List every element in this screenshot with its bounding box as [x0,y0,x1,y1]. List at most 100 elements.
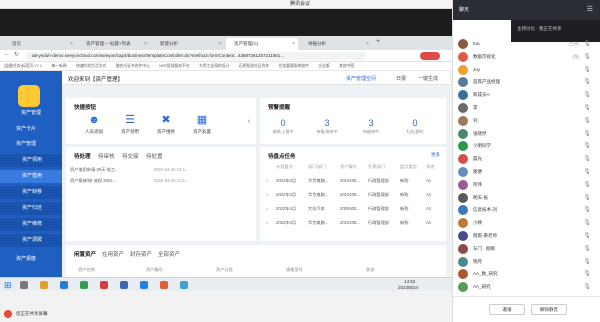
list-item[interactable]: 资产报修/修-流程-2022... 2022-04-20 11:0... [70,178,188,184]
back-icon[interactable]: ← [4,51,10,57]
bookmark[interactable]: NFE智慧服务平台 [159,62,189,70]
quick-item[interactable]: ▦ 资产处置 [188,114,216,135]
member-row[interactable]: 小顾 🎙 [453,217,600,230]
tab-pending[interactable]: 待处理 [74,152,91,160]
mic-muted-icon[interactable]: 🎙 [583,66,591,73]
mic-muted-icon[interactable]: 🎙 [583,130,591,137]
tab-all-assets[interactable]: 全部资产 [158,250,180,258]
tab-handover[interactable]: 待交接 [122,152,139,160]
member-row[interactable]: AA_数_研究 🎙 [453,268,600,281]
sidebar-item-asset-card[interactable]: 资产卡片 [0,123,62,136]
mic-muted-icon[interactable]: 🎙 [583,283,591,290]
browser-tab[interactable]: 资产管理----标题+列表 × [78,38,150,50]
member-row[interactable]: 刘 🎙 [453,115,600,128]
member-row[interactable]: Joy 🎙 [453,64,600,77]
browser-tab[interactable]: 新建分析 × [152,38,224,50]
tab-review[interactable]: 待审核 [98,152,115,160]
member-row[interactable]: 张晓然 🎙 [453,128,600,141]
app-icon[interactable] [160,281,168,289]
table-row[interactable]: ○ 2022年4月 华为电脑... 2010105... 行政管理部 新购 A1 [260,189,448,201]
member-row[interactable]: 新成员A 🎙 [453,89,600,102]
table-row[interactable]: ○ 2022年4月 华为电脑... 2010105... 行政管理部 新购 A1 [260,175,448,187]
report-link[interactable]: 日报 [396,75,406,82]
mic-muted-icon[interactable]: 🎙 [583,168,591,175]
close-icon[interactable]: × [292,38,295,50]
mic-muted-icon[interactable]: 🎙 [583,194,591,201]
mic-muted-icon[interactable]: 🎙 [583,117,591,124]
new-tab-icon[interactable]: + [376,38,380,45]
list-item[interactable]: 资产借用申请-30天-张三... 2022-04-20 13:4... [70,167,188,173]
member-row[interactable]: 东门 · 刚刚 🎙 [453,243,600,256]
bookmark[interactable]: 快速时尚生活方式 [76,62,106,70]
mic-muted-icon[interactable]: 🎙 [583,219,591,226]
search-icon[interactable] [20,281,28,289]
tab-idle-assets[interactable]: 闲置资产 [74,250,96,258]
panel-tab[interactable]: 聊天 [459,6,469,13]
table-row[interactable]: ○ 2022年4月 大众汽车 2000400... 行政管理部 新购 A1 [260,203,448,215]
member-row[interactable]: 随便 🎙 [453,166,600,179]
browser-tab-active[interactable]: 资产管理(C) × [226,38,298,50]
app-icon[interactable] [180,281,188,289]
quick-item[interactable]: ✖ 资产维修 [152,114,180,135]
member-row[interactable]: 晓月 🎙 [453,256,600,269]
chevron-right-icon[interactable]: › [248,118,250,125]
sidebar-item-asset-manage[interactable]: 资产管理 [0,138,62,151]
chrome-icon[interactable] [80,281,88,289]
bookmark[interactable]: 其他书签 [339,62,354,70]
sidebar-item-asset-return[interactable]: 资产归还 [0,202,62,215]
sidebar-item-asset-allocate[interactable]: 资产调拨 [0,234,62,247]
radio-icon[interactable]: ○ [266,220,269,225]
mic-muted-icon[interactable]: 🎙 [583,91,591,98]
member-row[interactable]: 首席产品经理 🎙 [453,76,600,89]
quick-item[interactable]: ☰ 资产领用 [116,114,144,135]
close-icon[interactable]: × [144,38,147,50]
member-row[interactable]: 李 🎙 [453,102,600,115]
app-icon[interactable] [100,281,108,289]
bookmark[interactable]: (监督任务)标签页 V7.1 [4,62,42,70]
member-row[interactable]: 信息技术-刘 🎙 [453,204,600,217]
mic-muted-icon[interactable]: 🎙 [583,155,591,162]
radio-icon[interactable]: ○ [266,192,269,197]
sidebar-item-asset-scrap[interactable]: 资产报废 [0,253,62,266]
inventory-more-link[interactable]: 更多 [431,152,440,158]
meeting-icon[interactable] [140,281,148,289]
radio-icon[interactable]: ○ [266,178,269,183]
mic-muted-icon[interactable]: 🎙 [583,206,591,213]
tab-in-use-assets[interactable]: 在用资产 [102,250,124,258]
windows-start-icon[interactable]: ⊞ [4,280,12,291]
member-row[interactable]: 小明同学 🎙 [453,140,600,153]
browser-tab[interactable]: 待报分析 × [300,38,372,50]
mic-muted-icon[interactable]: 🎙 [583,181,591,188]
folder-icon[interactable] [40,281,48,289]
close-icon[interactable]: × [218,38,221,50]
sidebar-item-asset-repair[interactable]: 资产维修 [0,218,62,231]
mic-muted-icon[interactable]: 🎙 [583,40,591,47]
menu-icon[interactable]: ☰ [587,5,593,13]
bookmark[interactable]: 任务管理系统软件 [279,62,309,70]
member-row[interactable]: AA_研究 🎙 [453,281,600,294]
close-icon[interactable]: × [366,38,369,50]
mic-muted-icon[interactable]: 🎙 [583,78,591,85]
url-input[interactable]: a8-yeduh-demo.seeyoncloud.com/seeyon/cap… [26,52,366,60]
member-row[interactable]: 数据可视化 (我) 🎙 [453,51,600,64]
asset-space-link[interactable]: 资产管理空间 [346,75,376,82]
tab-sealed-assets[interactable]: 封存资产 [130,250,152,258]
bookmark[interactable]: 融合与证书合作中心 [116,62,150,70]
quick-item[interactable]: ☻ 人员添加 [80,114,108,135]
alert-stat[interactable]: 3 待报/保修中 [310,118,344,135]
mic-muted-icon[interactable]: 🎙 [583,270,591,277]
member-row[interactable]: 晨光 🎙 [453,153,600,166]
mic-muted-icon[interactable]: 🎙 [583,142,591,149]
mic-muted-icon[interactable]: 🎙 [583,104,591,111]
bookmark[interactable]: 企业版 [318,62,329,70]
alert-stat[interactable]: 0 归还/超时 [398,118,432,135]
reload-icon[interactable]: ↻ [14,51,19,58]
generate-link[interactable]: 一键生成 [418,75,438,82]
sidebar-item-asset-transfer[interactable]: 资产转移 [0,186,62,199]
mic-muted-icon[interactable]: 🎙 [583,258,591,265]
app-icon[interactable] [120,281,128,289]
radio-icon[interactable]: ○ [266,206,269,211]
mic-muted-icon[interactable]: 🎙 [583,232,591,239]
member-row[interactable]: Kai (主持) 🎙 [453,38,600,51]
member-row[interactable]: 晓雨-黄老师 🎙 [453,230,600,243]
